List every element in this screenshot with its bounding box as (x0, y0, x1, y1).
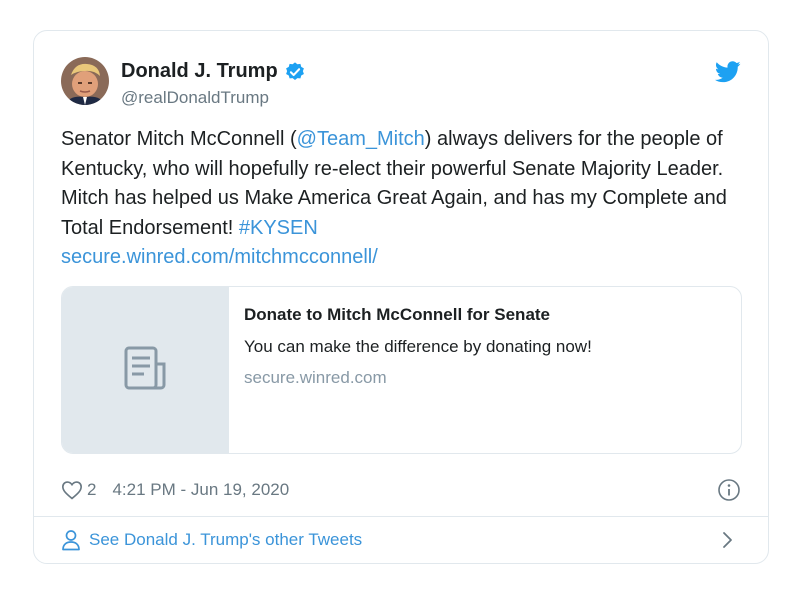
link-preview-card[interactable]: Donate to Mitch McConnell for Senate You… (61, 286, 742, 454)
see-other-tweets-link[interactable]: See Donald J. Trump's other Tweets (61, 527, 741, 553)
tweet-body: Senator Mitch McConnell (@Team_Mitch) al… (61, 125, 751, 273)
like-count[interactable]: 2 (87, 480, 96, 500)
twitter-bird-icon[interactable] (714, 61, 741, 83)
tweet-card: Donald J. Trump @realDonaldTrump Senator… (33, 30, 769, 564)
mention-link[interactable]: @Team_Mitch (297, 128, 425, 150)
heart-icon[interactable] (61, 479, 83, 501)
tweet-text-segment: Senator Mitch McConnell ( (61, 128, 297, 150)
author-handle[interactable]: @realDonaldTrump (121, 88, 269, 108)
info-icon[interactable] (717, 478, 741, 502)
avatar[interactable] (61, 57, 109, 105)
tweet-header: Donald J. Trump @realDonaldTrump (61, 57, 741, 111)
document-icon (120, 342, 172, 399)
name-row: Donald J. Trump (121, 60, 306, 83)
hashtag-link[interactable]: #KYSEN (239, 217, 318, 239)
person-icon (61, 529, 81, 551)
see-other-tweets-label[interactable]: See Donald J. Trump's other Tweets (89, 530, 362, 550)
divider (34, 516, 768, 517)
preview-domain: secure.winred.com (244, 368, 387, 387)
preview-description: You can make the difference by donating … (244, 337, 592, 356)
timestamp[interactable]: 4:21 PM - Jun 19, 2020 (112, 480, 289, 500)
tweet-meta: 2 4:21 PM - Jun 19, 2020 (61, 477, 741, 503)
preview-thumbnail (62, 287, 229, 453)
url-link[interactable]: secure.winred.com/mitchmcconnell/ (61, 246, 378, 268)
preview-title: Donate to Mitch McConnell for Senate (244, 305, 551, 324)
author-name[interactable]: Donald J. Trump (121, 60, 278, 83)
chevron-right-icon[interactable] (721, 529, 735, 551)
verified-badge-icon (284, 61, 306, 83)
